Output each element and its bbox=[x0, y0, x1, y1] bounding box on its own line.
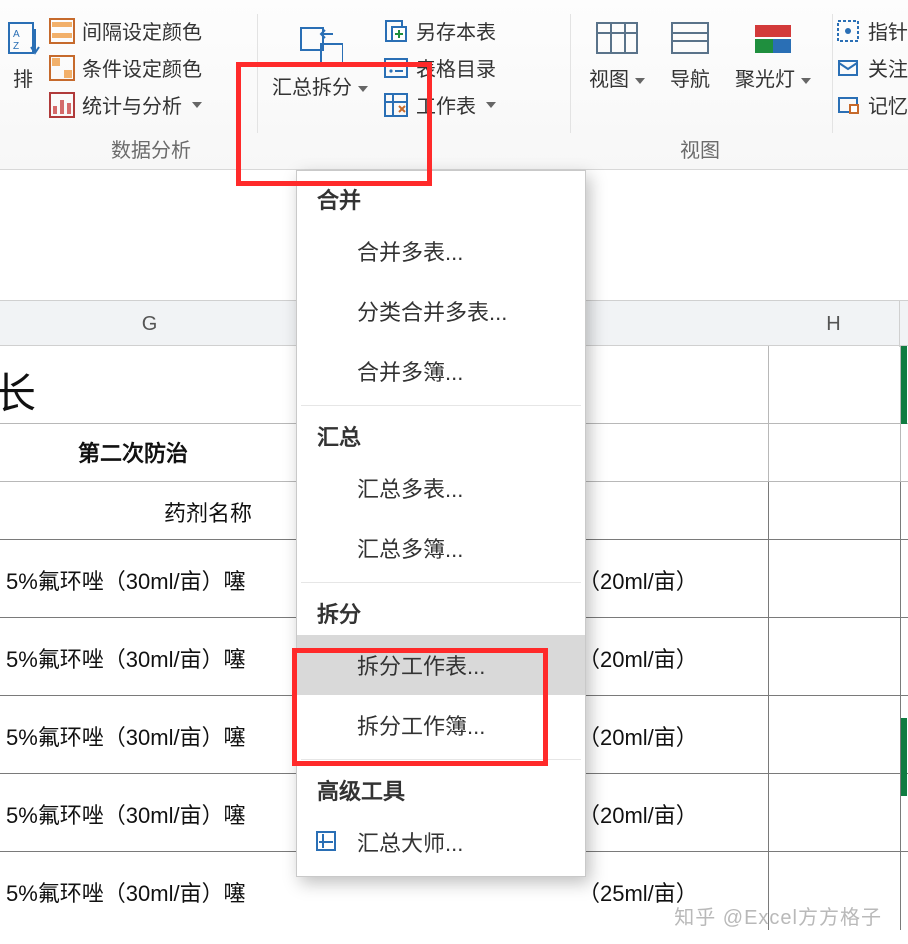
follow-icon bbox=[834, 54, 862, 82]
remember-label: 记忆 bbox=[868, 90, 908, 119]
column-header-g[interactable]: G bbox=[0, 301, 300, 347]
menu-master-label: 汇总大师... bbox=[357, 831, 463, 856]
ribbon-group-tables: 另存本表 表格目录 工作表 bbox=[380, 12, 570, 169]
pointer-button[interactable]: 指针 bbox=[832, 12, 908, 49]
menu-split-book[interactable]: 拆分工作簿... bbox=[297, 695, 585, 755]
interval-color-icon bbox=[48, 17, 76, 45]
chevron-down-icon bbox=[801, 78, 811, 84]
master-icon bbox=[315, 830, 339, 854]
chevron-down-icon bbox=[192, 102, 202, 108]
ribbon-group-analysis: 间隔设定颜色 条件设定颜色 统计与分析 数据分析 bbox=[46, 12, 256, 169]
sort-button[interactable]: AZ 排 bbox=[0, 12, 46, 93]
worksheet-label: 工作表 bbox=[416, 90, 476, 119]
watermark: 知乎 @Excel方方格子 bbox=[674, 901, 882, 930]
svg-text:Z: Z bbox=[13, 41, 19, 52]
catalog-label: 表格目录 bbox=[416, 53, 496, 82]
ribbon-separator bbox=[257, 14, 258, 133]
view-label: 视图 bbox=[589, 68, 629, 93]
catalog-icon bbox=[382, 54, 410, 82]
svg-text:A: A bbox=[13, 29, 20, 40]
nav-icon bbox=[667, 16, 713, 62]
stats-icon bbox=[48, 91, 76, 119]
sort-label: 排 bbox=[13, 68, 33, 93]
sort-icon: AZ bbox=[0, 16, 46, 62]
menu-section-sum: 汇总 bbox=[297, 410, 585, 458]
ribbon-group-right: 指针 关注 记忆 bbox=[832, 12, 908, 169]
cell-right: （20ml/亩） bbox=[578, 720, 698, 752]
ribbon-toolbar: AZ 排 间隔设定颜色 条件设定颜色 统计与分析 数据分析 bbox=[0, 0, 908, 170]
menu-section-advanced: 高级工具 bbox=[297, 764, 585, 812]
save-copy-icon bbox=[382, 17, 410, 45]
interval-color-label: 间隔设定颜色 bbox=[82, 16, 202, 45]
cell-left: 5%氟环唑（30ml/亩）噻 bbox=[6, 720, 246, 752]
view-section-label: 视图 bbox=[570, 134, 830, 163]
stats-button[interactable]: 统计与分析 bbox=[46, 86, 256, 123]
title-fragment: 长 bbox=[0, 360, 36, 421]
subheader2-text: 药剂名称 bbox=[164, 496, 252, 528]
cell-right: （20ml/亩） bbox=[578, 642, 698, 674]
interval-color-button[interactable]: 间隔设定颜色 bbox=[46, 12, 256, 49]
menu-separator bbox=[301, 582, 581, 583]
subheader-text: 第二次防治 bbox=[78, 436, 188, 468]
remember-icon bbox=[834, 91, 862, 119]
pointer-label: 指针 bbox=[868, 16, 908, 45]
follow-button[interactable]: 关注 bbox=[832, 49, 908, 86]
cell-right: （20ml/亩） bbox=[578, 798, 698, 830]
nav-button[interactable]: 导航 bbox=[667, 12, 713, 93]
save-copy-label: 另存本表 bbox=[416, 16, 496, 45]
cell-left: 5%氟环唑（30ml/亩）噻 bbox=[6, 798, 246, 830]
summary-split-icon bbox=[297, 24, 343, 70]
menu-merge-category[interactable]: 分类合并多表... bbox=[297, 281, 585, 341]
menu-split-sheet[interactable]: 拆分工作表... bbox=[297, 635, 585, 695]
summary-split-label: 汇总拆分 bbox=[272, 76, 368, 101]
chevron-down-icon bbox=[358, 86, 368, 92]
active-cell-marker bbox=[901, 718, 907, 796]
menu-section-merge: 合并 bbox=[297, 173, 585, 221]
cell-left: 5%氟环唑（30ml/亩）噻 bbox=[6, 564, 246, 596]
condition-color-button[interactable]: 条件设定颜色 bbox=[46, 49, 256, 86]
cell-right: （20ml/亩） bbox=[578, 564, 698, 596]
remember-button[interactable]: 记忆 bbox=[832, 86, 908, 123]
analysis-section-label: 数据分析 bbox=[46, 134, 256, 163]
view-icon bbox=[594, 16, 640, 62]
menu-separator bbox=[301, 405, 581, 406]
menu-sum-books[interactable]: 汇总多簿... bbox=[297, 518, 585, 578]
nav-label: 导航 bbox=[670, 68, 710, 93]
view-button[interactable]: 视图 bbox=[589, 12, 645, 93]
spotlight-label: 聚光灯 bbox=[735, 68, 795, 93]
chevron-down-icon bbox=[486, 102, 496, 108]
menu-sum-tables[interactable]: 汇总多表... bbox=[297, 458, 585, 518]
active-cell-marker bbox=[901, 346, 907, 424]
menu-merge-books[interactable]: 合并多簿... bbox=[297, 341, 585, 401]
cell-left: 5%氟环唑（30ml/亩）噻 bbox=[6, 642, 246, 674]
ribbon-group-sort: AZ 排 bbox=[0, 12, 46, 169]
spotlight-button[interactable]: 聚光灯 bbox=[735, 12, 811, 93]
menu-master[interactable]: 汇总大师... bbox=[297, 812, 585, 872]
menu-section-split: 拆分 bbox=[297, 587, 585, 635]
worksheet-button[interactable]: 工作表 bbox=[380, 86, 570, 123]
worksheet-icon bbox=[382, 91, 410, 119]
spotlight-icon bbox=[750, 16, 796, 62]
summary-split-menu: 合并 合并多表... 分类合并多表... 合并多簿... 汇总 汇总多表... … bbox=[296, 170, 586, 877]
menu-separator bbox=[301, 759, 581, 760]
chevron-down-icon bbox=[635, 78, 645, 84]
cell-left: 5%氟环唑（30ml/亩）噻 bbox=[6, 876, 246, 908]
pointer-icon bbox=[834, 17, 862, 45]
ribbon-group-summary: 汇总拆分 bbox=[260, 12, 380, 169]
condition-color-icon bbox=[48, 54, 76, 82]
condition-color-label: 条件设定颜色 bbox=[82, 53, 202, 82]
summary-split-button[interactable]: 汇总拆分 bbox=[260, 20, 380, 101]
stats-label: 统计与分析 bbox=[82, 90, 182, 119]
follow-label: 关注 bbox=[868, 53, 908, 82]
menu-merge-tables[interactable]: 合并多表... bbox=[297, 221, 585, 281]
column-header-h[interactable]: H bbox=[768, 301, 900, 347]
ribbon-group-view: 视图 导航 聚光灯 视图 bbox=[570, 12, 830, 169]
save-copy-button[interactable]: 另存本表 bbox=[380, 12, 570, 49]
catalog-button[interactable]: 表格目录 bbox=[380, 49, 570, 86]
